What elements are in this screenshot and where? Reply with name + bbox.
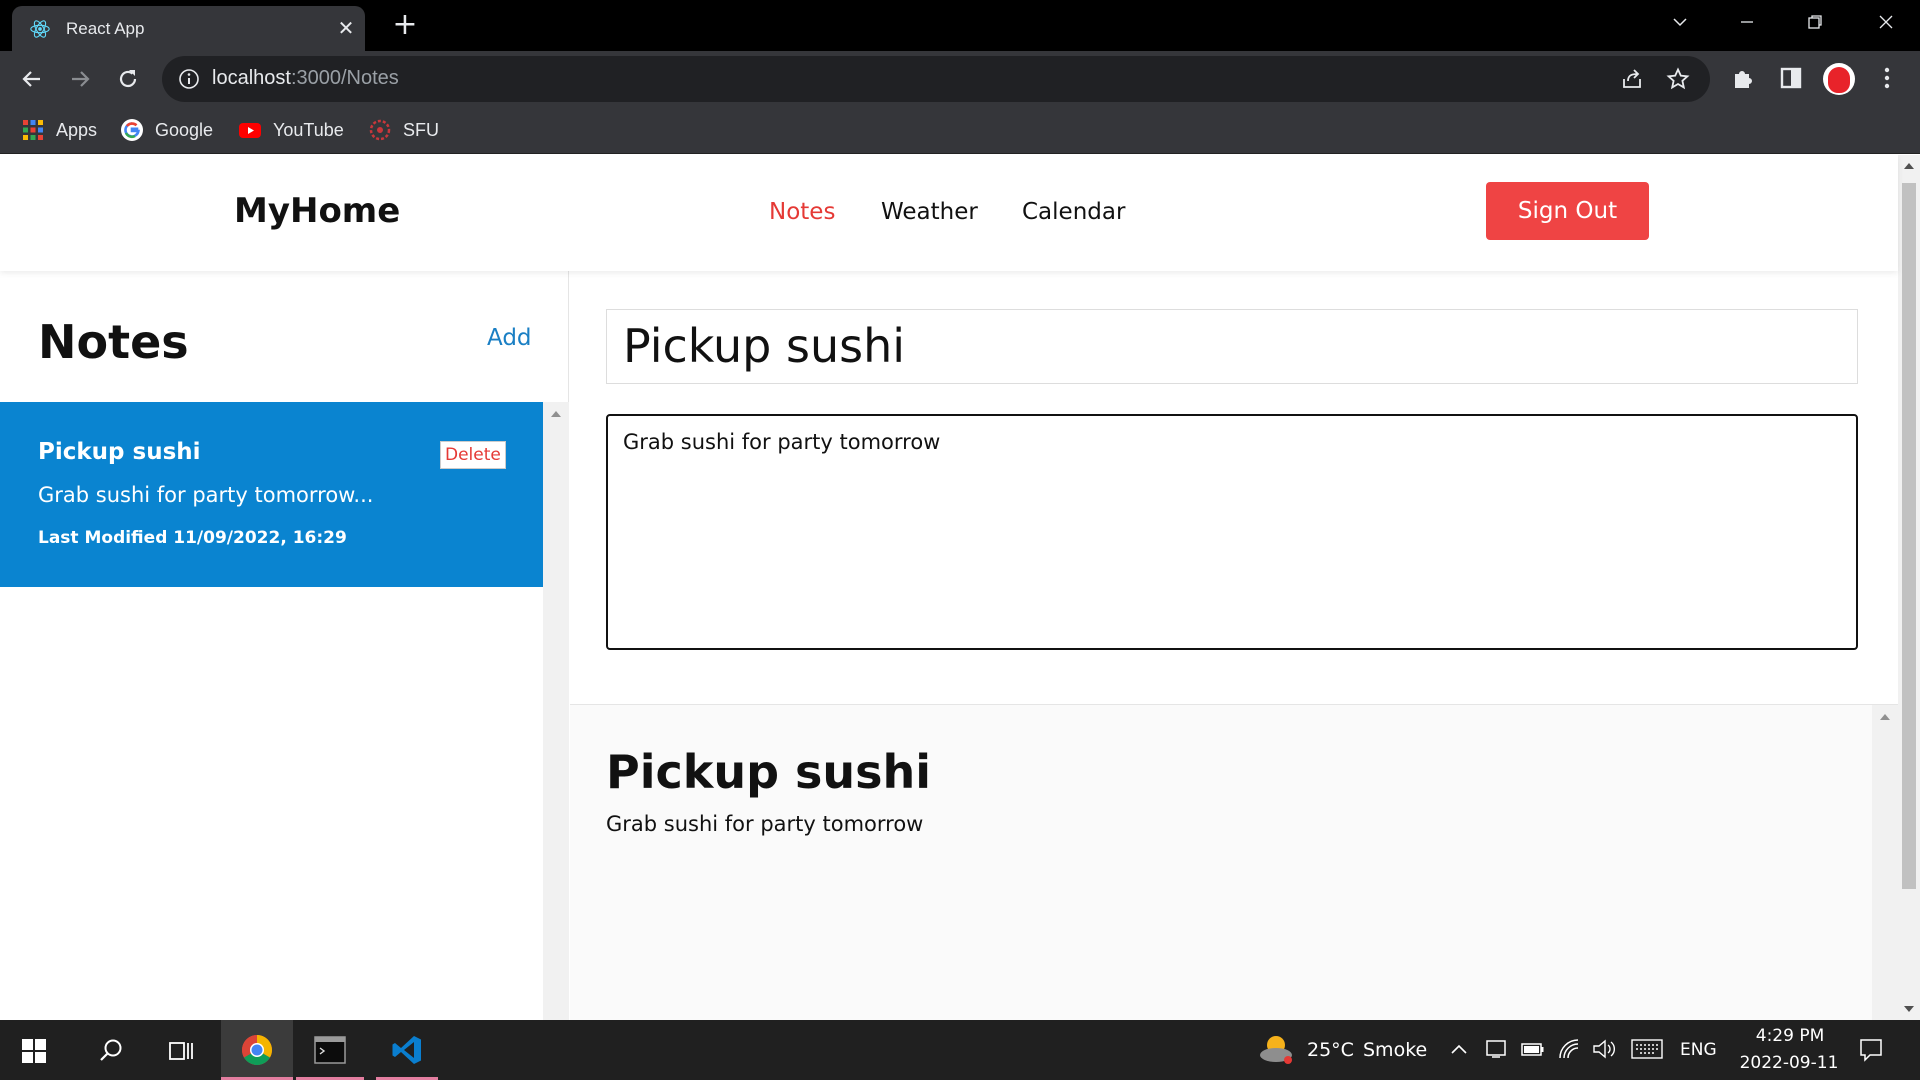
note-list-scrollbar[interactable] — [543, 402, 569, 1020]
preview-title: Pickup sushi — [606, 745, 932, 799]
address-bar[interactable]: localhost:3000/Notes — [162, 56, 1710, 102]
more-menu-icon[interactable] — [1874, 65, 1900, 91]
google-icon — [121, 119, 143, 141]
clock-date[interactable]: 2022-09-11 — [1734, 1053, 1844, 1073]
taskbar-terminal[interactable] — [296, 1020, 364, 1080]
sfu-icon — [369, 119, 391, 141]
clock-time[interactable]: 4:29 PM — [1750, 1026, 1830, 1046]
bookmark-apps[interactable]: Apps — [22, 117, 97, 143]
bookmark-star-icon[interactable] — [1666, 67, 1690, 91]
back-button[interactable] — [14, 61, 50, 97]
weather-cloud-sun-icon[interactable] — [1258, 1033, 1294, 1065]
note-editor: Pickup sushi Grab sushi for party tomorr… — [570, 271, 1898, 704]
scroll-up-arrow-icon[interactable] — [551, 411, 561, 417]
bookmark-sfu[interactable]: SFU — [369, 117, 439, 143]
scroll-down-arrow-icon[interactable] — [1904, 1006, 1914, 1012]
bookmark-label: YouTube — [273, 119, 344, 140]
scroll-up-arrow-icon[interactable] — [1880, 714, 1890, 720]
app-header: MyHome Notes Weather Calendar Sign Out — [0, 155, 1898, 271]
note-body-textarea[interactable]: Grab sushi for party tomorrow — [606, 414, 1858, 650]
bookmark-label: Google — [155, 119, 214, 140]
extensions-icon[interactable] — [1730, 65, 1756, 91]
tab-search-icon[interactable] — [1660, 8, 1700, 38]
keyboard-icon[interactable] — [1631, 1038, 1663, 1060]
page-viewport: MyHome Notes Weather Calendar Sign Out N… — [0, 155, 1920, 1020]
bookmark-google[interactable]: Google — [121, 117, 213, 143]
chevron-up-icon[interactable] — [1450, 1042, 1468, 1056]
weather-temp[interactable]: 25°C — [1307, 1039, 1354, 1061]
side-panel-icon[interactable] — [1778, 65, 1804, 91]
brand-logo[interactable]: MyHome — [234, 191, 400, 231]
note-item-title: Pickup sushi — [38, 439, 201, 465]
forward-button[interactable] — [62, 61, 98, 97]
react-icon — [30, 20, 50, 38]
task-view-icon — [169, 1042, 193, 1060]
scroll-up-arrow-icon[interactable] — [1904, 163, 1914, 169]
note-item-modified: Last Modified 11/09/2022, 16:29 — [38, 528, 347, 548]
apps-grid-icon — [23, 120, 43, 140]
search-icon — [100, 1039, 122, 1061]
sign-out-button[interactable]: Sign Out — [1486, 182, 1649, 240]
windows-logo-icon — [22, 1039, 46, 1063]
taskbar-vscode[interactable] — [376, 1020, 438, 1080]
notes-sidebar: Notes Add Pickup sushi Delete Grab sushi… — [0, 271, 569, 1020]
bookmark-label: SFU — [403, 119, 439, 140]
sidebar-title: Notes — [38, 315, 189, 369]
forward-arrow-icon — [72, 71, 90, 87]
language-indicator[interactable]: ENG — [1680, 1040, 1717, 1060]
weather-desc[interactable]: Smoke — [1363, 1039, 1427, 1061]
profile-avatar[interactable] — [1823, 63, 1855, 95]
close-window-button[interactable] — [1866, 8, 1906, 38]
windows-taskbar: 25°C Smoke ENG 4:29 PM 2022-09-11 — [0, 1020, 1920, 1080]
vscode-icon — [392, 1036, 421, 1064]
preview-body: Grab sushi for party tomorrow — [606, 812, 924, 836]
start-button[interactable] — [0, 1020, 70, 1080]
back-arrow-icon — [22, 71, 40, 87]
reload-button[interactable] — [110, 61, 146, 97]
nav-calendar[interactable]: Calendar — [1022, 199, 1125, 225]
battery-icon[interactable] — [1520, 1039, 1546, 1059]
note-title-input[interactable]: Pickup sushi — [606, 309, 1858, 384]
nav-notes[interactable]: Notes — [769, 199, 835, 225]
youtube-icon — [239, 123, 261, 138]
reload-icon — [119, 70, 137, 88]
new-tab-button[interactable]: + — [390, 10, 420, 40]
browser-tab-strip: React App ✕ + — [0, 0, 1920, 51]
share-icon[interactable] — [1620, 67, 1644, 91]
volume-icon[interactable] — [1591, 1037, 1617, 1061]
add-note-button[interactable]: Add — [487, 325, 532, 351]
taskbar-chrome[interactable] — [221, 1020, 293, 1080]
minimize-button[interactable] — [1727, 8, 1767, 38]
notification-icon[interactable] — [1858, 1037, 1884, 1063]
browser-tab[interactable]: React App ✕ — [12, 6, 365, 51]
note-list-item[interactable]: Pickup sushi Delete Grab sushi for party… — [0, 402, 543, 587]
preview-scrollbar[interactable] — [1872, 705, 1898, 1020]
close-tab-icon[interactable]: ✕ — [334, 16, 358, 40]
nav-weather[interactable]: Weather — [881, 199, 978, 225]
note-preview: Pickup sushi Grab sushi for party tomorr… — [570, 704, 1898, 1020]
page-scrollbar[interactable] — [1898, 155, 1920, 1020]
tab-title: React App — [66, 19, 145, 38]
site-info-icon[interactable] — [178, 68, 200, 90]
security-tray-icon[interactable] — [1484, 1037, 1508, 1061]
bookmark-youtube[interactable]: YouTube — [239, 117, 344, 143]
restore-button[interactable] — [1795, 8, 1835, 38]
browser-toolbar: localhost:3000/Notes — [0, 51, 1920, 106]
wifi-icon[interactable] — [1558, 1038, 1582, 1060]
bookmarks-bar: Apps Google YouTube SFU — [0, 106, 1920, 154]
note-item-preview: Grab sushi for party tomorrow... — [38, 483, 374, 507]
note-list: Pickup sushi Delete Grab sushi for party… — [0, 402, 543, 1020]
delete-note-button[interactable]: Delete — [440, 441, 506, 469]
search-button[interactable] — [76, 1020, 146, 1080]
url-text[interactable]: localhost:3000/Notes — [212, 67, 399, 90]
terminal-icon — [314, 1036, 346, 1064]
scrollbar-thumb[interactable] — [1902, 183, 1916, 889]
task-view-button[interactable] — [146, 1020, 216, 1080]
chrome-icon — [241, 1035, 273, 1066]
bookmark-label: Apps — [56, 119, 98, 140]
